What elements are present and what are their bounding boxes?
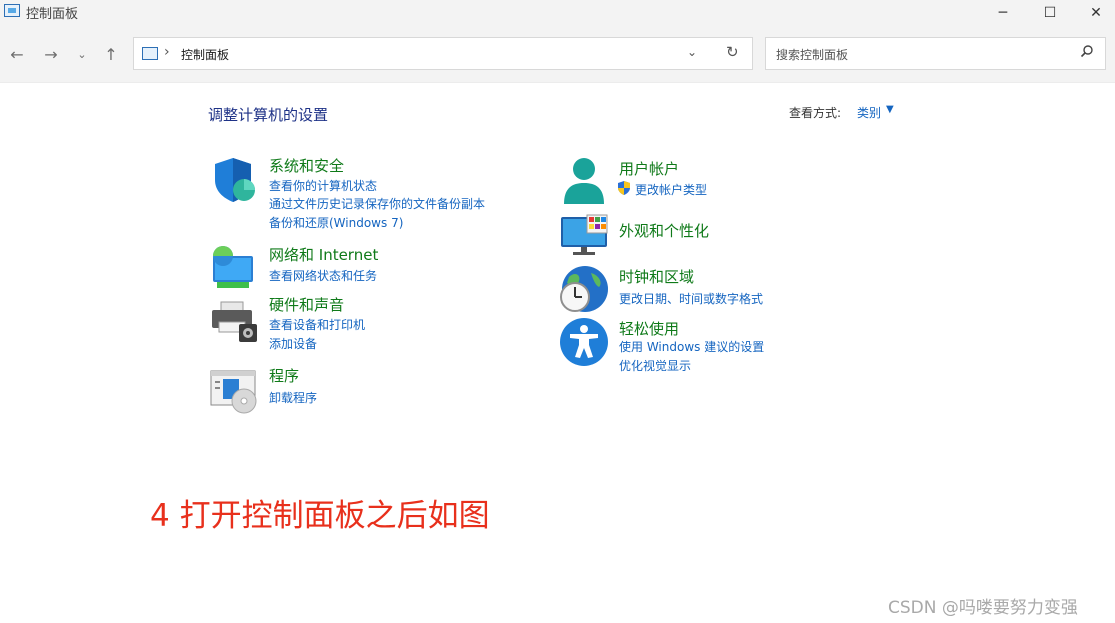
page-heading: 调整计算机的设置 [208, 106, 329, 124]
link-view-computer-status[interactable]: 查看你的计算机状态 [269, 177, 377, 194]
control-panel-path-icon [142, 47, 158, 60]
minimize-button[interactable]: ─ [980, 0, 1026, 26]
category-system-security: 系统和安全 查看你的计算机状态 通过文件历史记录保存你的文件备份副本 备份和还原… [209, 155, 539, 235]
window-title: 控制面板 [26, 7, 79, 22]
recent-locations-chevron-icon[interactable]: ⌄ [71, 43, 93, 65]
category-user-accounts: 用户帐户 更改帐户类型 [559, 156, 889, 208]
view-by-chevron-icon[interactable]: ▼ [886, 104, 894, 115]
back-arrow-icon[interactable]: ← [6, 43, 28, 65]
category-title-appearance[interactable]: 外观和个性化 [619, 220, 709, 241]
search-icon[interactable] [1080, 44, 1094, 62]
printer-icon [209, 294, 259, 344]
title-bar: 控制面板 ─ ☐ ✕ [0, 0, 1115, 26]
link-devices-printers[interactable]: 查看设备和打印机 [269, 316, 365, 333]
category-ease-of-access: 轻松使用 使用 Windows 建议的设置 优化视觉显示 [559, 317, 889, 377]
search-input[interactable] [774, 45, 1068, 65]
category-title-hardware-sound[interactable]: 硬件和声音 [269, 294, 344, 315]
watermark: CSDN @吗喽要努力变强 [888, 598, 1078, 618]
control-panel-app-icon [4, 4, 20, 17]
link-backup-restore[interactable]: 备份和还原(Windows 7) [269, 214, 403, 231]
address-bar[interactable]: › 控制面板 ⌄ ↻ [133, 37, 753, 70]
clock-globe-icon [559, 265, 609, 315]
category-title-system-security[interactable]: 系统和安全 [269, 155, 344, 176]
view-by-dropdown[interactable]: 类别 [857, 104, 881, 121]
accessibility-icon [559, 317, 609, 367]
link-change-date-time-format[interactable]: 更改日期、时间或数字格式 [619, 290, 763, 307]
category-title-ease-of-access[interactable]: 轻松使用 [619, 318, 679, 339]
monitor-icon [559, 214, 609, 264]
maximize-button[interactable]: ☐ [1027, 0, 1073, 26]
programs-icon [209, 365, 259, 415]
user-account-icon [559, 156, 609, 206]
step-annotation: 4 打开控制面板之后如图 [150, 498, 490, 534]
category-title-user-accounts[interactable]: 用户帐户 [619, 158, 679, 179]
search-box[interactable] [765, 37, 1106, 70]
link-change-account-type[interactable]: 更改帐户类型 [635, 181, 707, 198]
network-globe-icon [209, 244, 259, 294]
close-button[interactable]: ✕ [1073, 0, 1115, 26]
view-by-label: 查看方式: [789, 106, 842, 120]
category-title-clock-region[interactable]: 时钟和区域 [619, 266, 694, 287]
refresh-icon[interactable]: ↻ [726, 43, 739, 61]
link-windows-recommended-settings[interactable]: 使用 Windows 建议的设置 [619, 338, 764, 355]
up-arrow-icon[interactable]: ↑ [100, 43, 122, 65]
link-add-device[interactable]: 添加设备 [269, 335, 317, 352]
uac-shield-icon [617, 181, 633, 195]
shield-icon [209, 155, 259, 205]
category-title-network-internet[interactable]: 网络和 Internet [269, 244, 378, 265]
link-file-history-backup[interactable]: 通过文件历史记录保存你的文件备份副本 [269, 195, 485, 212]
breadcrumb-separator-icon[interactable]: › [164, 44, 170, 60]
category-network-internet: 网络和 Internet 查看网络状态和任务 [209, 244, 539, 289]
category-clock-region: 时钟和区域 更改日期、时间或数字格式 [559, 265, 889, 315]
navigation-bar: ← → ⌄ ↑ › 控制面板 ⌄ ↻ [0, 26, 1115, 83]
category-programs: 程序 卸载程序 [209, 365, 539, 415]
category-appearance: 外观和个性化 [559, 214, 889, 259]
link-optimize-visual-display[interactable]: 优化视觉显示 [619, 357, 691, 374]
link-network-status-tasks[interactable]: 查看网络状态和任务 [269, 267, 377, 284]
category-title-programs[interactable]: 程序 [269, 365, 299, 386]
forward-arrow-icon[interactable]: → [40, 43, 62, 65]
category-hardware-sound: 硬件和声音 查看设备和打印机 添加设备 [209, 294, 539, 354]
link-uninstall-program[interactable]: 卸载程序 [269, 389, 317, 406]
breadcrumb-control-panel[interactable]: 控制面板 [181, 46, 229, 63]
address-dropdown-chevron-icon[interactable]: ⌄ [687, 45, 697, 59]
